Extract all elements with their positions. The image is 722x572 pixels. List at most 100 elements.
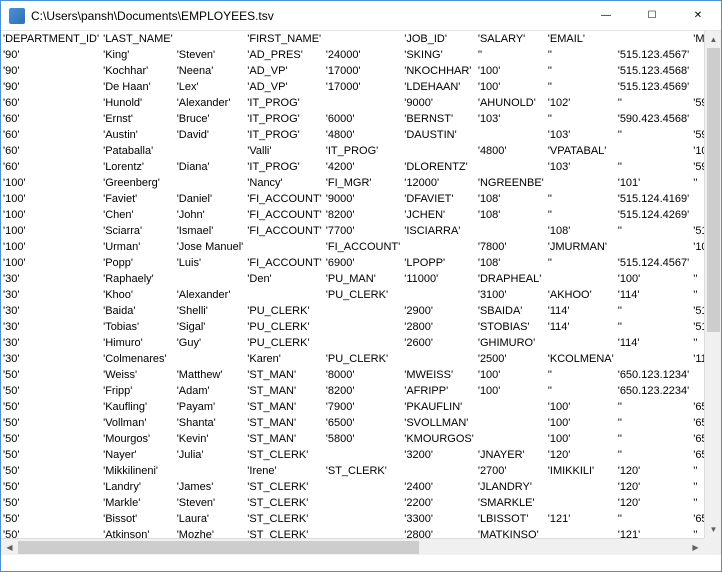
cell[interactable]: '7800' [476, 239, 546, 255]
cell[interactable]: '650.123.1234' [616, 367, 692, 383]
cell[interactable]: 'Hunold' [101, 95, 175, 111]
horizontal-scrollbar[interactable]: ◀ ▶ [1, 538, 704, 555]
cell[interactable]: 'Raphaely' [101, 271, 175, 287]
cell[interactable]: '50' [1, 447, 101, 463]
table-row[interactable]: '50''Kaufling''Payam''ST_MAN''7900''PKAU… [1, 399, 721, 415]
cell[interactable]: 'Ernst' [101, 111, 175, 127]
cell[interactable]: '114' [546, 319, 616, 335]
cell[interactable]: 'Nancy' [245, 175, 323, 191]
cell[interactable]: 'BERNST' [402, 111, 476, 127]
cell[interactable]: 'Valli' [245, 143, 323, 159]
cell[interactable]: '' [616, 319, 692, 335]
cell[interactable]: 'SBAIDA' [476, 303, 546, 319]
horizontal-scroll-track[interactable] [18, 539, 687, 555]
cell[interactable]: 'AD_PRES' [245, 47, 323, 63]
cell[interactable]: '515.123.4569' [616, 79, 692, 95]
cell[interactable]: 'Kaufling' [101, 399, 175, 415]
table-row[interactable]: '30''Raphaely''Den''PU_MAN''11000''DRAPH… [1, 271, 721, 287]
cell[interactable]: 'Alexander' [175, 287, 246, 303]
cell[interactable]: 'PU_CLERK' [245, 335, 323, 351]
table-row[interactable]: '100''Urman''Jose Manuel''FI_ACCOUNT''78… [1, 239, 721, 255]
cell[interactable]: '8000' [324, 367, 402, 383]
cell[interactable] [324, 479, 402, 495]
cell[interactable]: 'Markle' [101, 495, 175, 511]
cell[interactable]: '100' [476, 383, 546, 399]
cell[interactable] [616, 143, 692, 159]
cell[interactable]: 'SVOLLMAN' [402, 415, 476, 431]
cell[interactable]: 'Kevin' [175, 431, 246, 447]
table-row[interactable]: '50''Weiss''Matthew''ST_MAN''8000''MWEIS… [1, 367, 721, 383]
cell[interactable]: '5800' [324, 431, 402, 447]
cell[interactable] [245, 239, 323, 255]
cell[interactable]: '2900' [402, 303, 476, 319]
cell[interactable]: 'AD_VP' [245, 63, 323, 79]
table-row[interactable]: '60''Hunold''Alexander''IT_PROG''9000''A… [1, 95, 721, 111]
table-row[interactable]: '50''Fripp''Adam''ST_MAN''8200''AFRIPP''… [1, 383, 721, 399]
cell[interactable] [324, 335, 402, 351]
cell[interactable] [245, 287, 323, 303]
cell[interactable] [324, 319, 402, 335]
cell[interactable]: 'Weiss' [101, 367, 175, 383]
cell[interactable]: 'Lorentz' [101, 159, 175, 175]
cell[interactable]: 'ST_MAN' [245, 431, 323, 447]
cell[interactable]: '3100' [476, 287, 546, 303]
cell[interactable]: 'DLORENTZ' [402, 159, 476, 175]
cell[interactable]: '' [546, 383, 616, 399]
cell[interactable]: '120' [546, 447, 616, 463]
cell[interactable]: '' [616, 399, 692, 415]
cell[interactable]: 'AD_VP' [245, 79, 323, 95]
cell[interactable]: '515.124.4169' [616, 191, 692, 207]
cell[interactable]: '108' [546, 223, 616, 239]
table-row[interactable]: '30''Colmenares''Karen''PU_CLERK''2500''… [1, 351, 721, 367]
cell[interactable]: '' [616, 431, 692, 447]
close-button[interactable]: ✕ [675, 1, 721, 30]
cell[interactable]: 'Steven' [175, 47, 246, 63]
cell[interactable]: '103' [546, 127, 616, 143]
scroll-down-button[interactable]: ▼ [705, 521, 721, 538]
cell[interactable]: '114' [546, 303, 616, 319]
cell[interactable]: 'ST_CLERK' [245, 511, 323, 527]
cell[interactable]: '17000' [324, 63, 402, 79]
cell[interactable]: 'Faviet' [101, 191, 175, 207]
cell[interactable]: '100' [476, 367, 546, 383]
cell[interactable] [402, 143, 476, 159]
cell[interactable]: '100' [546, 399, 616, 415]
cell[interactable]: 'KCOLMENA' [546, 351, 616, 367]
table-row[interactable]: '30''Baida''Shelli''PU_CLERK''2900''SBAI… [1, 303, 721, 319]
cell[interactable]: '8200' [324, 207, 402, 223]
data-grid[interactable]: 'DEPARTMENT_ID''LAST_NAME''FIRST_NAME''J… [1, 31, 721, 555]
cell[interactable]: 'Himuro' [101, 335, 175, 351]
cell[interactable]: '' [546, 207, 616, 223]
cell[interactable]: 'Mourgos' [101, 431, 175, 447]
table-row[interactable]: '100''Sciarra''Ismael''FI_ACCOUNT''7700'… [1, 223, 721, 239]
cell[interactable]: 'Urman' [101, 239, 175, 255]
cell[interactable]: '515.123.4567' [616, 47, 692, 63]
cell[interactable]: 'KMOURGOS' [402, 431, 476, 447]
minimize-button[interactable]: — [583, 1, 629, 30]
cell[interactable]: 'ST_MAN' [245, 367, 323, 383]
cell[interactable]: '30' [1, 271, 101, 287]
cell[interactable] [546, 479, 616, 495]
table-row[interactable]: '60''Pataballa''Valli''IT_PROG''4800''VP… [1, 143, 721, 159]
cell[interactable]: '590.423.4568' [616, 111, 692, 127]
cell[interactable] [324, 447, 402, 463]
cell[interactable]: '' [546, 63, 616, 79]
maximize-button[interactable]: ☐ [629, 1, 675, 30]
cell[interactable]: 'LPOPP' [402, 255, 476, 271]
cell[interactable]: 'DAUSTIN' [402, 127, 476, 143]
cell[interactable]: 'ST_CLERK' [245, 479, 323, 495]
cell[interactable]: 'Luis' [175, 255, 246, 271]
cell[interactable] [324, 511, 402, 527]
cell[interactable]: '60' [1, 95, 101, 111]
cell[interactable] [476, 127, 546, 143]
cell[interactable]: '100' [616, 271, 692, 287]
cell[interactable] [616, 239, 692, 255]
cell[interactable]: 'Den' [245, 271, 323, 287]
cell[interactable] [175, 351, 246, 367]
cell[interactable]: '30' [1, 303, 101, 319]
cell[interactable]: '7700' [324, 223, 402, 239]
cell[interactable]: '90' [1, 63, 101, 79]
table-row[interactable]: '90''Kochhar''Neena''AD_VP''17000''NKOCH… [1, 63, 721, 79]
cell[interactable]: 'DFAVIET' [402, 191, 476, 207]
cell[interactable]: 'Daniel' [175, 191, 246, 207]
